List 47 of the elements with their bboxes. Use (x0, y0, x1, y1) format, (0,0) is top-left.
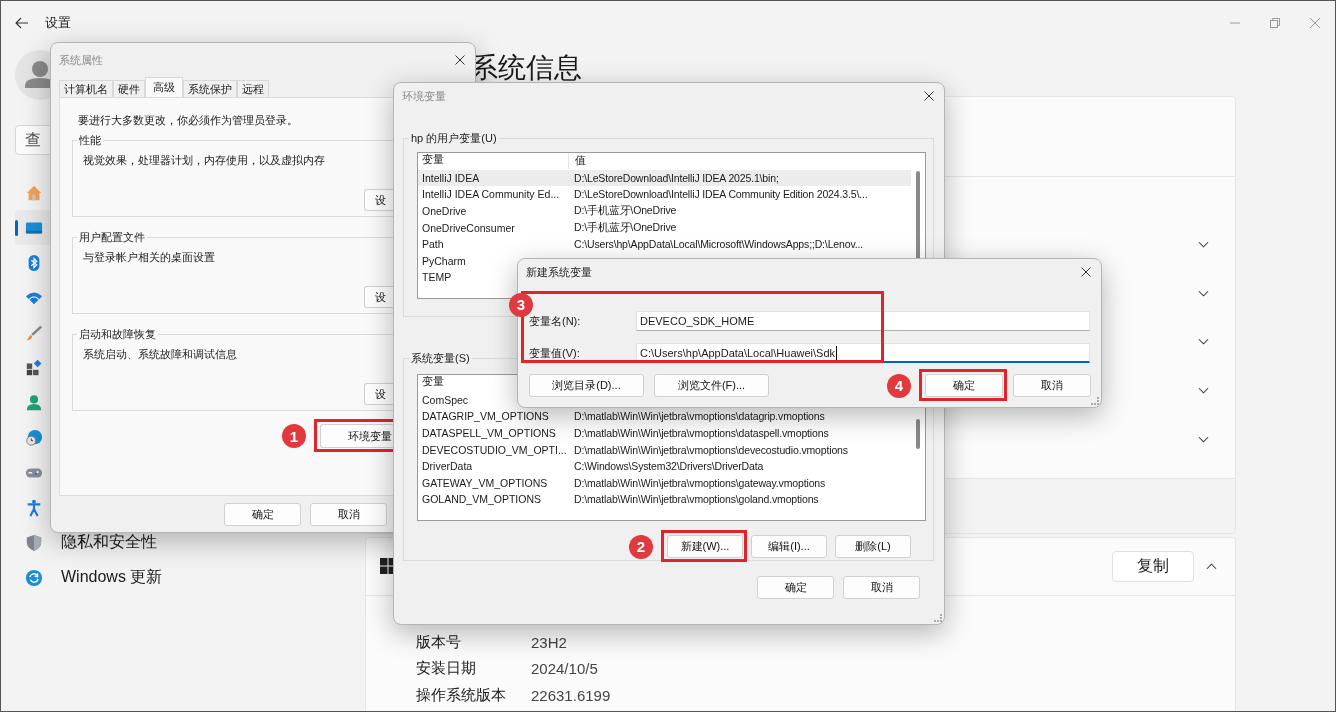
group-title: 用户配置文件 (78, 230, 146, 245)
spec-label: 操作系统版本 (416, 685, 507, 705)
step-badge: 1 (282, 424, 306, 448)
group-description: 与登录帐户相关的桌面设置 (83, 250, 215, 265)
variable-value: D:\matlab\Win\Win\jetbra\vmoptions\devecostudio.vmoptions (573, 443, 848, 456)
field-label: 变量值(V): (529, 345, 581, 361)
spec-label: 安装日期 (416, 659, 477, 679)
dialog-title: 系统属性 (59, 52, 103, 68)
spec-value: 22631.6199 (531, 686, 611, 704)
variable-value: D:\matlab\Win\Win\jetbra\vmoptions\dataspell.vmoptions (573, 427, 829, 440)
variable-name: DATAGRIP_VM_OPTIONS (422, 410, 549, 423)
variable-name: GATEWAY_VM_OPTIONS (422, 476, 548, 489)
variable-name: IntelliJ IDEA (422, 171, 480, 184)
group-title: 启动和故障恢复 (78, 327, 157, 342)
variable-name: OneDriveConsumer (422, 221, 515, 234)
variable-value: D:\手机蓝牙\OneDrive (573, 220, 677, 235)
variable-name: Path (422, 238, 444, 251)
spec-value: 2024/10/5 (531, 660, 598, 678)
dialog-title: 环境变量 (402, 88, 446, 104)
spec-value: 23H2 (531, 633, 567, 651)
variable-value: D:\matlab\Win\Win\jetbra\vmoptions\gateway.vmoptions (573, 476, 826, 489)
variable-value: D:\LeStoreDownload\IntelliJ IDEA 2025.1\bin; (573, 171, 779, 184)
variable-name: DATASPELL_VM_OPTIONS (422, 427, 556, 440)
step-badge: 4 (887, 373, 911, 398)
dialog-title: 新建系统变量 (526, 264, 592, 280)
group-title: 性能 (78, 133, 102, 148)
group-description: 视觉效果，处理器计划，内存使用，以及虚拟内存 (83, 153, 325, 168)
group-description: 系统启动、系统故障和调试信息 (83, 347, 237, 362)
variable-value: D:\手机蓝牙\OneDrive (573, 204, 677, 219)
variable-value: C:\Users\hp\AppData\Local\Microsoft\WindowsApps;;D:\Lenov... (573, 238, 863, 251)
spec-label: 版本号 (416, 632, 462, 652)
group-title: hp 的用户变量(U) (410, 131, 498, 146)
notice-text: 要进行大多数更改，你必须作为管理员登录。 (78, 113, 299, 128)
variable-name: IntelliJ IDEA Community Ed... (422, 188, 560, 201)
group-title: 系统变量(S) (410, 351, 471, 366)
variable-value: D:\matlab\Win\Win\jetbra\vmoptions\goland.vmoptions (573, 493, 819, 506)
step-badge: 2 (629, 534, 653, 559)
variable-value: C:\Windows\System32\Drivers\DriverData (573, 460, 764, 473)
variable-name: DEVECOSTUDIO_VM_OPTI... (422, 443, 567, 456)
variable-value: D:\LeStoreDownload\IntelliJ IDEA Community Edition 2024.3.5\... (573, 188, 868, 201)
variable-value: D:\matlab\Win\Win\jetbra\vmoptions\datagrip.vmoptions (573, 410, 825, 423)
variable-name: ComSpec (422, 393, 469, 406)
variable-name: OneDrive (422, 205, 467, 218)
variable-name: GOLAND_VM_OPTIONS (422, 493, 542, 506)
variable-name: DriverData (422, 460, 473, 473)
window-title: 设置 (45, 13, 71, 32)
variable-name: PyCharm (422, 254, 466, 267)
